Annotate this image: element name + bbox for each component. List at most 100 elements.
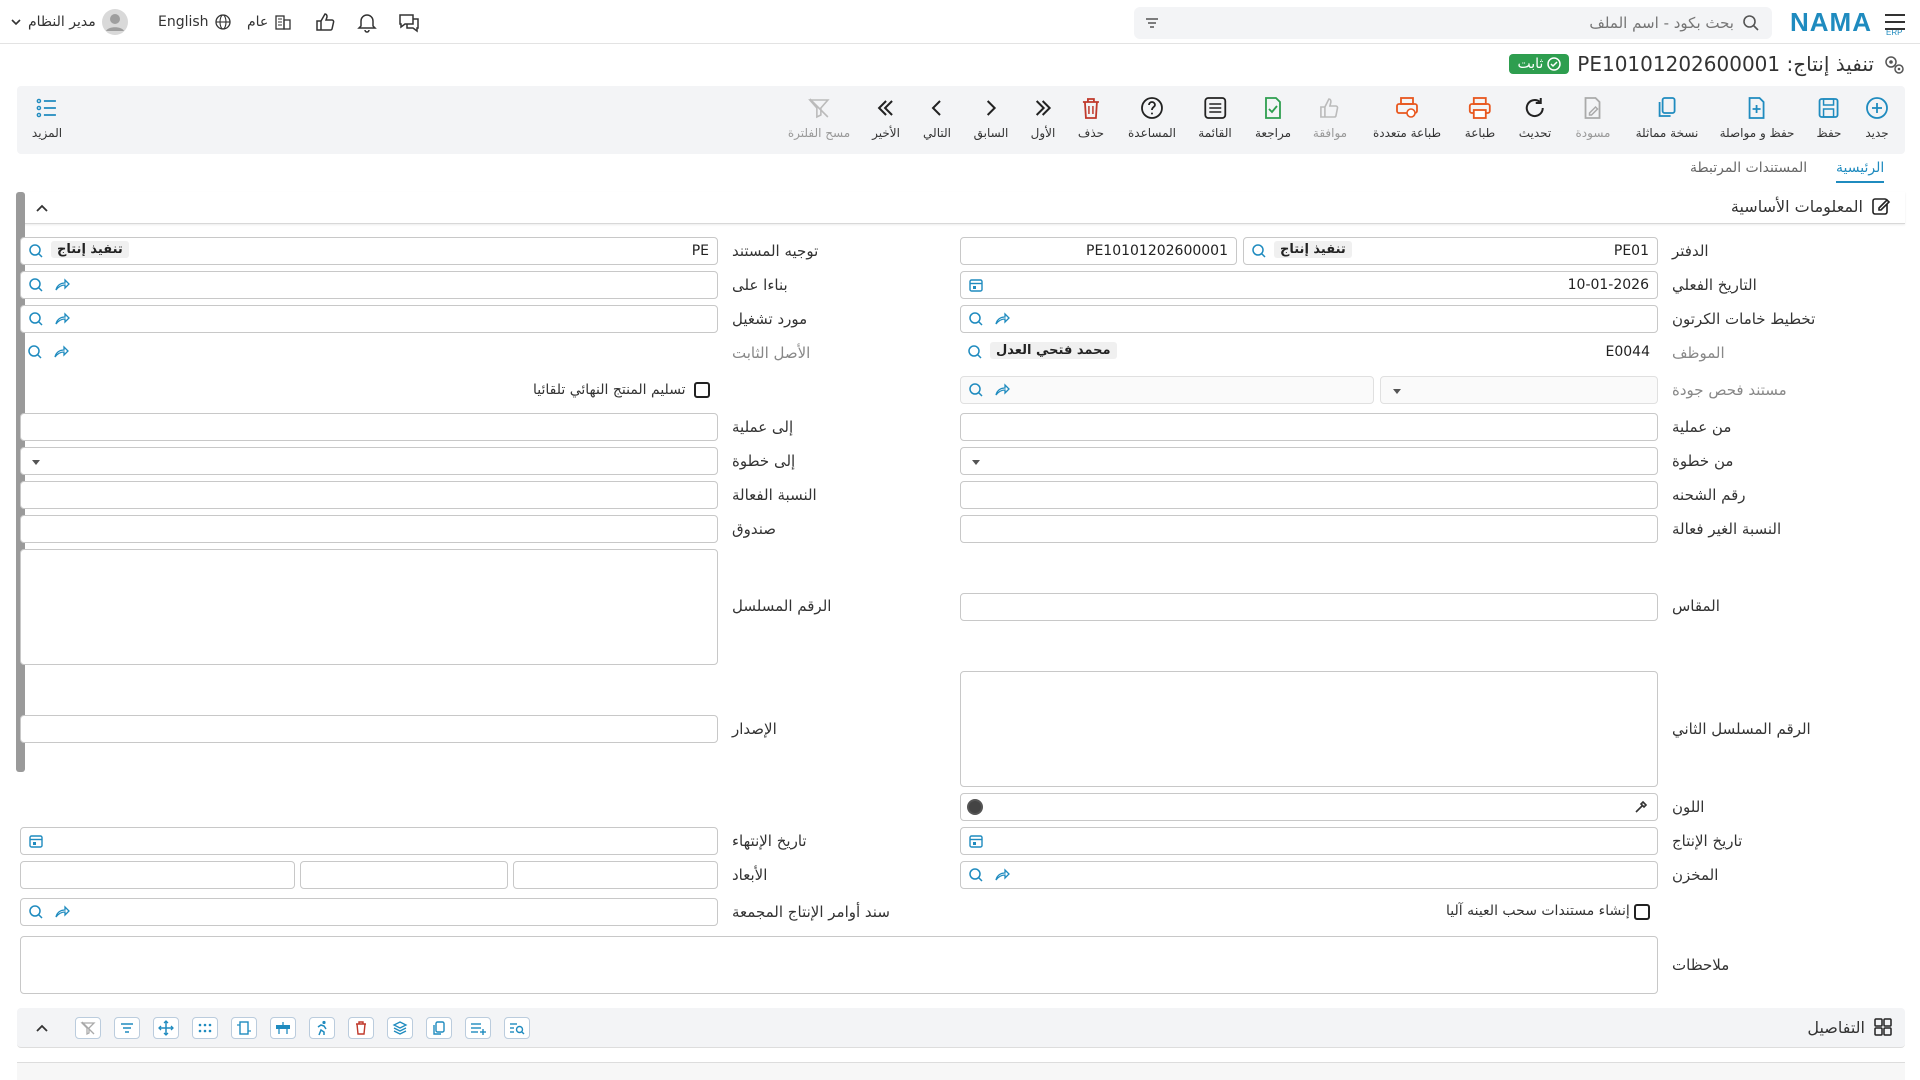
help-button[interactable]: المساعدة	[1128, 96, 1176, 140]
quality-doc-field[interactable]	[960, 376, 1374, 404]
auto-deliver-checkbox[interactable]	[694, 382, 710, 398]
draft-button[interactable]: مسودة	[1576, 96, 1610, 140]
run-button[interactable]	[309, 1017, 335, 1039]
notes-textarea[interactable]	[20, 936, 1658, 994]
review-button[interactable]: مراجعة	[1255, 96, 1291, 140]
carton-planning-field[interactable]	[960, 305, 1658, 333]
search-icon[interactable]	[28, 277, 44, 293]
save-button[interactable]: حفظ	[1817, 96, 1841, 140]
end-date-field[interactable]	[20, 827, 718, 855]
search-icon[interactable]	[968, 867, 984, 883]
share-icon[interactable]	[994, 311, 1010, 327]
more-button[interactable]: المزيد	[32, 96, 62, 140]
filter-button[interactable]	[114, 1017, 140, 1039]
share-icon[interactable]	[53, 344, 69, 360]
search-icon[interactable]	[27, 344, 43, 360]
serial2-textarea[interactable]	[960, 671, 1658, 787]
document-number-field[interactable]: PE10101202600001	[960, 237, 1237, 265]
search-icon[interactable]	[968, 311, 984, 327]
doc-direction-field[interactable]: PE تنفيذ إنتاج	[20, 237, 718, 265]
language-switch[interactable]: English	[158, 0, 231, 44]
calendar-icon[interactable]	[968, 833, 984, 849]
auto-sample-checkbox[interactable]	[1634, 904, 1650, 920]
first-button[interactable]: الأول	[1031, 96, 1055, 140]
frame-button[interactable]	[231, 1017, 257, 1039]
fixed-asset-field[interactable]	[20, 339, 718, 367]
delete-button[interactable]: حذف	[1078, 96, 1104, 140]
production-date-field[interactable]	[960, 827, 1658, 855]
collapse-icon[interactable]	[35, 202, 49, 214]
ineffective-ratio-field[interactable]	[960, 515, 1658, 543]
size-field[interactable]	[960, 593, 1658, 621]
multi-print-button[interactable]: طباعة متعددة	[1373, 96, 1441, 140]
share-icon[interactable]	[54, 277, 70, 293]
dimension-height-field[interactable]	[20, 861, 295, 889]
search-icon[interactable]	[28, 311, 44, 327]
user-menu[interactable]: مدير النظام	[10, 0, 128, 44]
add-lines-button[interactable]	[465, 1017, 491, 1039]
calendar-icon[interactable]	[968, 277, 984, 293]
to-step-select[interactable]	[20, 447, 718, 475]
next-button[interactable]: التالي	[923, 96, 951, 140]
version-field[interactable]	[20, 715, 718, 743]
tab-related-documents[interactable]: المستندات المرتبطة	[1690, 160, 1807, 176]
search-icon[interactable]	[967, 344, 983, 360]
layers-button[interactable]	[387, 1017, 413, 1039]
dots-grid-button[interactable]	[192, 1017, 218, 1039]
aggregated-orders-field[interactable]	[20, 898, 718, 926]
table-button[interactable]	[270, 1017, 296, 1039]
collapse-icon[interactable]	[35, 1022, 49, 1034]
search-icon[interactable]	[1251, 243, 1267, 259]
tab-main[interactable]: الرئيسية	[1836, 160, 1884, 176]
share-icon[interactable]	[994, 867, 1010, 883]
serial-textarea[interactable]	[20, 549, 718, 665]
like-button[interactable]	[314, 0, 336, 44]
hamburger-menu[interactable]	[1884, 0, 1906, 44]
book-field[interactable]: PE01 تنفيذ إنتاج	[1243, 237, 1658, 265]
dimension-length-field[interactable]	[513, 861, 718, 889]
batch-number-field[interactable]	[960, 481, 1658, 509]
copy-row-button[interactable]	[426, 1017, 452, 1039]
messages-button[interactable]	[397, 0, 421, 44]
clear-filter-button[interactable]	[75, 1017, 101, 1039]
clear-filter-button[interactable]: مسح الفلترة	[788, 96, 850, 140]
list-button[interactable]: القائمة	[1198, 96, 1232, 140]
based-on-field[interactable]	[20, 271, 718, 299]
refresh-button[interactable]: تحديث	[1519, 96, 1551, 140]
previous-button[interactable]: السابق	[974, 96, 1008, 140]
warehouse-field[interactable]	[960, 861, 1658, 889]
to-operation-field[interactable]	[20, 413, 718, 441]
search-icon[interactable]	[28, 904, 44, 920]
actual-date-field[interactable]: 10-01-2026	[960, 271, 1658, 299]
effective-ratio-field[interactable]	[20, 481, 718, 509]
print-button[interactable]: طباعة	[1465, 96, 1495, 140]
share-icon[interactable]	[54, 311, 70, 327]
last-button[interactable]: الأخير	[872, 96, 900, 140]
search-lines-button[interactable]	[504, 1017, 530, 1039]
filter-icon[interactable]	[1144, 15, 1160, 31]
quality-doc-select[interactable]	[1380, 376, 1658, 404]
search-input[interactable]	[1214, 7, 1734, 39]
employee-code: E0044	[1605, 344, 1650, 360]
dimension-width-field[interactable]	[300, 861, 508, 889]
employee-field[interactable]: E0044 محمد فتحي العدل	[960, 339, 1658, 367]
move-button[interactable]	[153, 1017, 179, 1039]
share-icon[interactable]	[994, 382, 1010, 398]
save-continue-button[interactable]: حفظ و مواصلة	[1720, 96, 1794, 140]
color-field[interactable]	[960, 793, 1658, 821]
search-icon[interactable]	[968, 382, 984, 398]
calendar-icon[interactable]	[28, 833, 44, 849]
search-icon[interactable]	[28, 243, 44, 259]
copy-button[interactable]: نسخة مماثلة	[1636, 96, 1698, 140]
operation-supplier-field[interactable]	[20, 305, 718, 333]
new-button[interactable]: جديد	[1865, 96, 1889, 140]
from-step-select[interactable]	[960, 447, 1658, 475]
eyedropper-icon[interactable]	[1633, 799, 1649, 815]
share-icon[interactable]	[54, 904, 70, 920]
from-operation-field[interactable]	[960, 413, 1658, 441]
delete-row-button[interactable]	[348, 1017, 374, 1039]
scope-switch[interactable]: عام	[247, 0, 292, 44]
notifications-button[interactable]	[356, 0, 378, 44]
approve-button[interactable]: موافقة	[1313, 96, 1347, 140]
box-field[interactable]	[20, 515, 718, 543]
